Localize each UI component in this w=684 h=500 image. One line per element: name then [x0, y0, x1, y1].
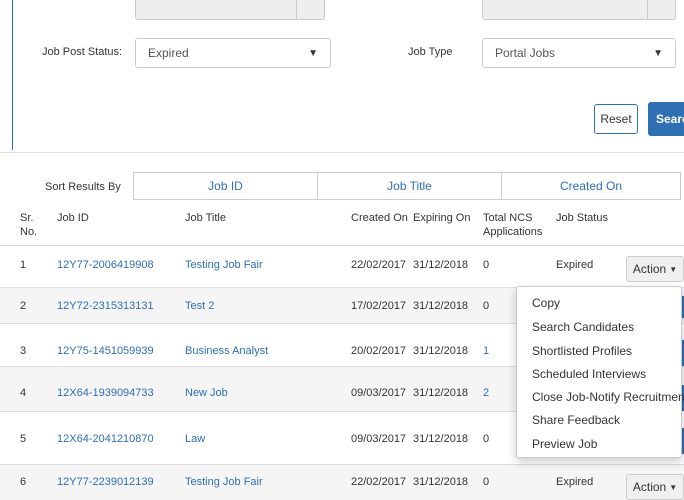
header-total-ncs-applications: Total NCS Applications — [483, 212, 543, 238]
row-sr: 4 — [20, 387, 27, 399]
applications-cell: 0 — [483, 259, 490, 271]
header-job-id: Job ID — [57, 212, 89, 224]
table-row: 6 12Y77-2239012139 Testing Job Fair 22/0… — [0, 464, 684, 500]
sort-tab-job-id[interactable]: Job ID — [133, 172, 318, 200]
job-id-link[interactable]: 12X64-1939094733 — [57, 387, 154, 399]
job-id-link[interactable]: 12X64-2041210870 — [57, 433, 154, 445]
caret-down-icon: ▼ — [669, 482, 678, 492]
job-title-link[interactable]: New Job — [185, 387, 228, 399]
menu-item-preview-job[interactable]: Preview Job — [532, 437, 597, 451]
menu-item-scheduled-interviews[interactable]: Scheduled Interviews — [532, 367, 646, 381]
job-post-status-select[interactable]: Expired ▼ — [135, 38, 331, 68]
header-job-title: Job Title — [185, 212, 226, 224]
row-sr: 2 — [20, 300, 27, 312]
job-id-link[interactable]: 12Y77-2239012139 — [57, 476, 154, 488]
reset-button[interactable]: Reset — [594, 104, 638, 134]
section-divider — [0, 152, 684, 153]
job-title-link[interactable]: Law — [185, 433, 205, 445]
applications-cell: 0 — [483, 433, 490, 445]
job-title-link[interactable]: Test 2 — [185, 300, 214, 312]
table-row: 1 12Y77-2006419908 Testing Job Fair 22/0… — [0, 245, 684, 287]
top-field-left[interactable] — [135, 0, 325, 20]
job-id-link[interactable]: 12Y75-1451059939 — [57, 345, 154, 357]
job-post-status-label: Job Post Status: — [42, 46, 123, 58]
search-button[interactable]: Search — [648, 102, 684, 136]
action-label: Action — [632, 480, 667, 494]
action-label: Action — [632, 262, 667, 276]
action-button[interactable]: Action ▼ — [626, 474, 684, 500]
header-expiring-on: Expiring On — [413, 212, 471, 224]
menu-item-shortlisted-profiles[interactable]: Shortlisted Profiles — [532, 344, 632, 358]
job-id-link[interactable]: 12Y72-2315313131 — [57, 300, 154, 312]
sort-tab-created-on[interactable]: Created On — [501, 172, 681, 200]
menu-item-close-job-notify[interactable]: Close Job-Notify Recruitment — [532, 390, 684, 404]
job-type-value: Portal Jobs — [495, 46, 556, 60]
action-dropdown-menu: Copy Search Candidates Shortlisted Profi… — [516, 286, 684, 458]
row-sr: 3 — [20, 345, 27, 357]
job-type-label: Job Type — [408, 46, 453, 58]
job-title-link[interactable]: Testing Job Fair — [185, 476, 263, 488]
job-id-link[interactable]: 12Y77-2006419908 — [57, 259, 154, 271]
expiring-on-cell: 31/12/2018 — [413, 387, 469, 399]
header-created-on: Created On — [351, 212, 408, 224]
created-on-cell: 20/02/2017 — [351, 345, 407, 357]
sort-results-label: Sort Results By — [45, 181, 121, 193]
menu-item-search-candidates[interactable]: Search Candidates — [532, 320, 634, 334]
left-border-line — [12, 0, 13, 150]
created-on-cell: 09/03/2017 — [351, 387, 407, 399]
menu-item-copy[interactable]: Copy — [532, 296, 560, 310]
menu-item-share-feedback[interactable]: Share Feedback — [532, 413, 620, 427]
job-title-link[interactable]: Testing Job Fair — [185, 259, 263, 271]
sort-tab-job-title[interactable]: Job Title — [317, 172, 502, 200]
created-on-cell: 17/02/2017 — [351, 300, 407, 312]
chevron-down-icon: ▼ — [653, 47, 663, 59]
applications-link[interactable]: 2 — [483, 387, 489, 399]
applications-cell: 0 — [483, 300, 490, 312]
chevron-down-icon: ▼ — [308, 47, 318, 59]
job-status-cell: Expired — [556, 259, 594, 271]
applications-link[interactable]: 1 — [483, 345, 489, 357]
caret-down-icon: ▼ — [669, 264, 678, 274]
job-title-link[interactable]: Business Analyst — [185, 345, 268, 357]
expiring-on-cell: 31/12/2018 — [413, 433, 469, 445]
row-sr: 1 — [20, 259, 27, 271]
created-on-cell: 22/02/2017 — [351, 259, 407, 271]
job-post-status-value: Expired — [148, 46, 189, 60]
expiring-on-cell: 31/12/2018 — [413, 259, 469, 271]
header-job-status: Job Status — [556, 212, 608, 224]
expiring-on-cell: 31/12/2018 — [413, 300, 469, 312]
header-sr-no: Sr. No. — [20, 212, 38, 238]
job-type-select[interactable]: Portal Jobs ▼ — [482, 38, 676, 68]
top-field-right[interactable] — [482, 0, 676, 20]
expiring-on-cell: 31/12/2018 — [413, 345, 469, 357]
created-on-cell: 22/02/2017 — [351, 476, 407, 488]
applications-cell: 0 — [483, 476, 490, 488]
job-status-cell: Expired — [556, 476, 594, 488]
expiring-on-cell: 31/12/2018 — [413, 476, 469, 488]
action-button[interactable]: Action ▼ — [626, 256, 684, 282]
row-sr: 5 — [20, 433, 27, 445]
created-on-cell: 09/03/2017 — [351, 433, 407, 445]
row-sr: 6 — [20, 476, 27, 488]
